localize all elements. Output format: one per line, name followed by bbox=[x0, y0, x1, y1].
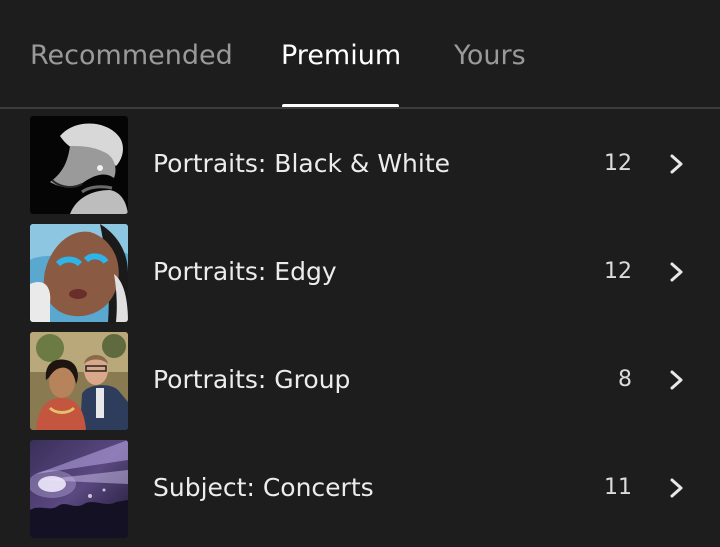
tab-recommended[interactable]: Recommended bbox=[30, 38, 233, 74]
collection-count: 11 bbox=[604, 475, 632, 500]
collection-label: Subject: Concerts bbox=[153, 473, 374, 502]
chevron-right-icon bbox=[670, 370, 683, 390]
collection-label: Portraits: Group bbox=[153, 365, 351, 394]
list-item[interactable]: Portraits: Black & White 12 bbox=[0, 111, 720, 219]
collection-count: 12 bbox=[604, 151, 632, 176]
tab-yours[interactable]: Yours bbox=[454, 38, 526, 74]
list-item[interactable]: Subject: Concerts 11 bbox=[0, 435, 720, 543]
portrait-edgy-thumbnail bbox=[30, 224, 128, 322]
portrait-group-thumbnail bbox=[30, 332, 128, 430]
list-item[interactable]: Portraits: Edgy 12 bbox=[0, 219, 720, 327]
tab-divider bbox=[0, 107, 720, 109]
list-item[interactable]: Portraits: Group 8 bbox=[0, 327, 720, 435]
tab-premium[interactable]: Premium bbox=[281, 38, 401, 74]
chevron-right-icon bbox=[670, 478, 683, 498]
concert-thumbnail bbox=[30, 440, 128, 538]
collection-count: 8 bbox=[618, 367, 632, 392]
collection-label: Portraits: Black & White bbox=[153, 149, 451, 178]
tab-bar: Recommended Premium Yours bbox=[0, 0, 720, 108]
chevron-right-icon bbox=[670, 154, 683, 174]
collection-label: Portraits: Edgy bbox=[153, 257, 337, 286]
portrait-bw-thumbnail bbox=[30, 116, 128, 214]
collection-count: 12 bbox=[604, 259, 632, 284]
chevron-right-icon bbox=[670, 262, 683, 282]
